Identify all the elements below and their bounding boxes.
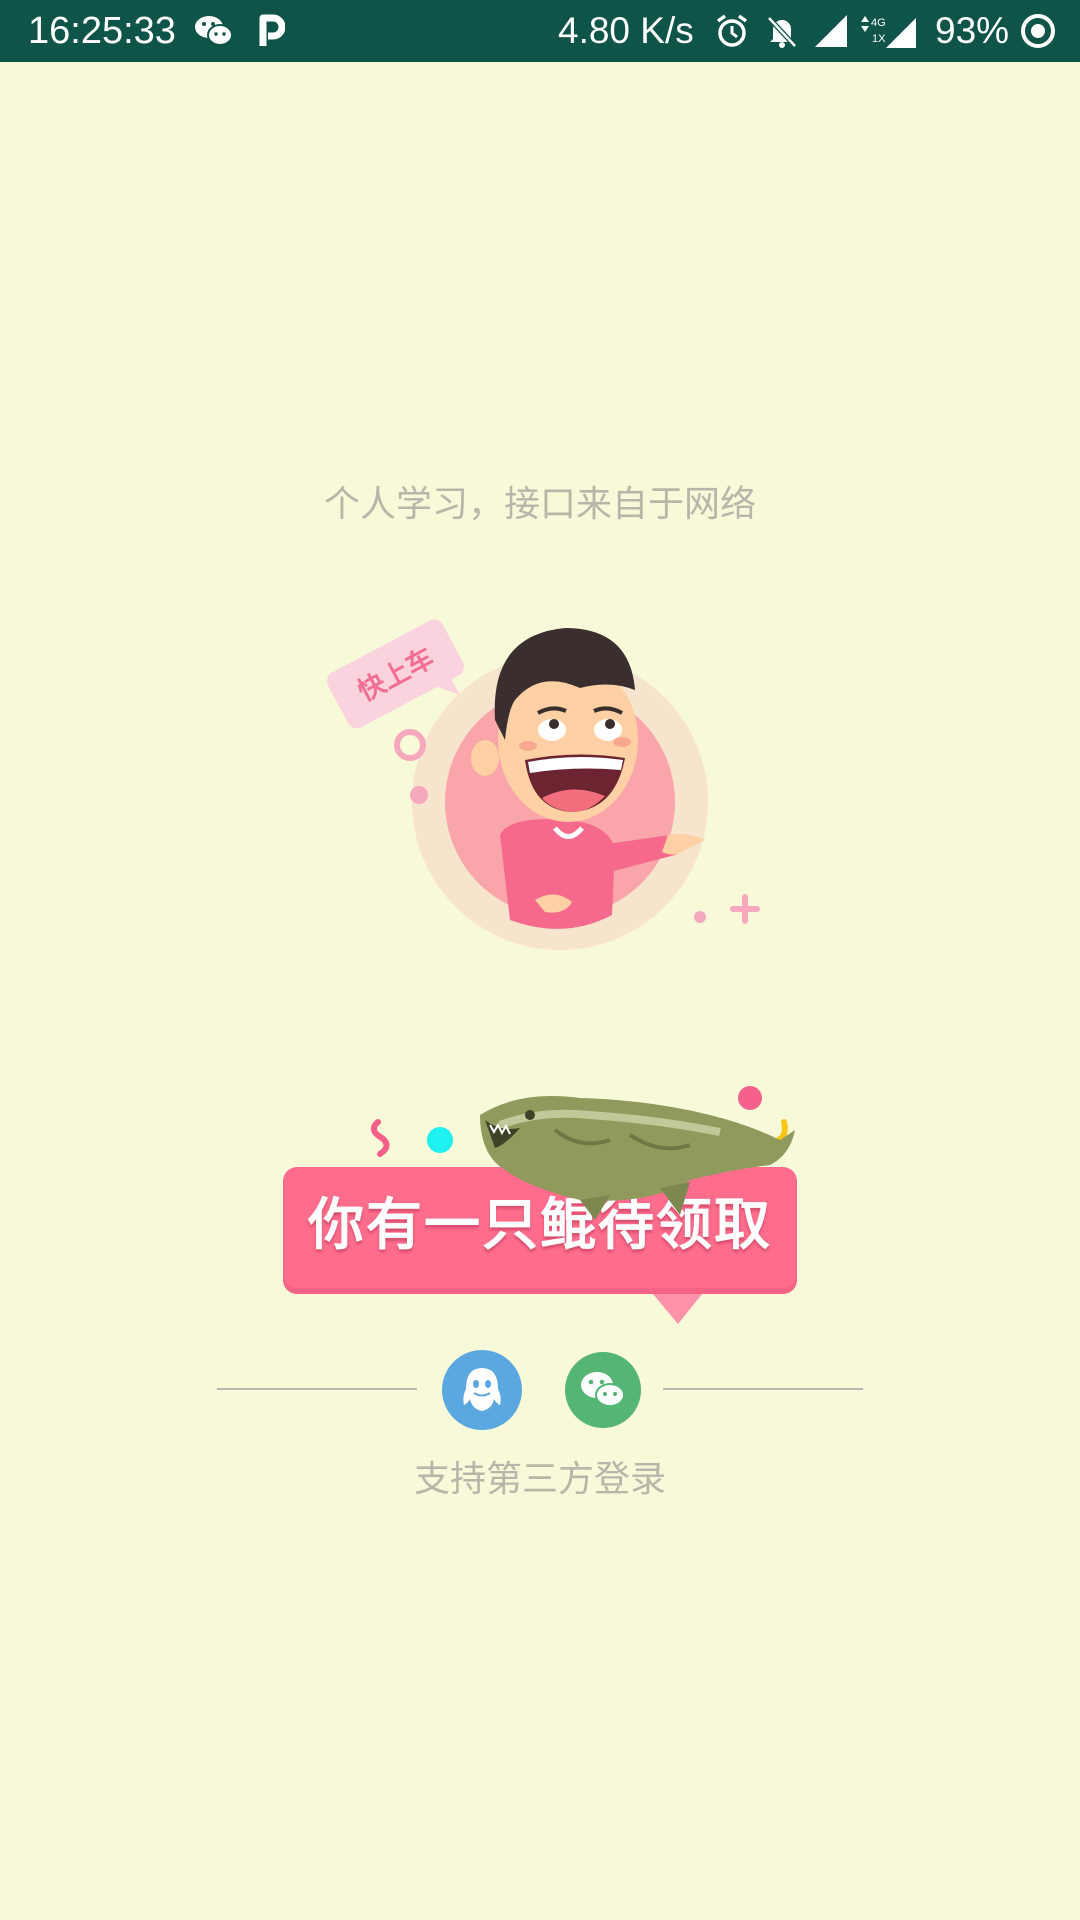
p-app-icon [256,12,286,50]
cartoon-illustration: 快上车 [310,610,780,960]
status-bar: 16:25:33 4.80 K/s 4G 1X 93% [0,0,1080,62]
third-party-login-text: 支持第三方登录 [413,1459,666,1500]
svg-text:1X: 1X [872,33,886,45]
signal-4g-icon: 4G 1X [858,12,918,50]
fish-icon [480,1096,795,1220]
signal-icon [812,12,850,50]
divider-right [663,1388,863,1390]
qq-icon [463,1368,501,1411]
promo-banner[interactable]: 你有一只鲲待领取 [270,1050,810,1340]
status-time: 16:25:33 [28,10,176,52]
wechat-login-button[interactable] [565,1352,641,1428]
qq-login-button[interactable] [442,1350,522,1430]
network-speed: 4.80 K/s [558,10,694,51]
wechat-icon [194,12,234,50]
svg-text:4G: 4G [871,17,886,29]
alarm-icon [712,12,752,50]
app-subtitle: 个人学习，接口来自于网络 [323,484,756,525]
wechat-icon [581,1372,625,1407]
notifications-off-icon [762,12,802,50]
divider-left [217,1388,417,1390]
sync-icon [1018,12,1058,50]
battery-percent: 93% [935,10,1010,51]
